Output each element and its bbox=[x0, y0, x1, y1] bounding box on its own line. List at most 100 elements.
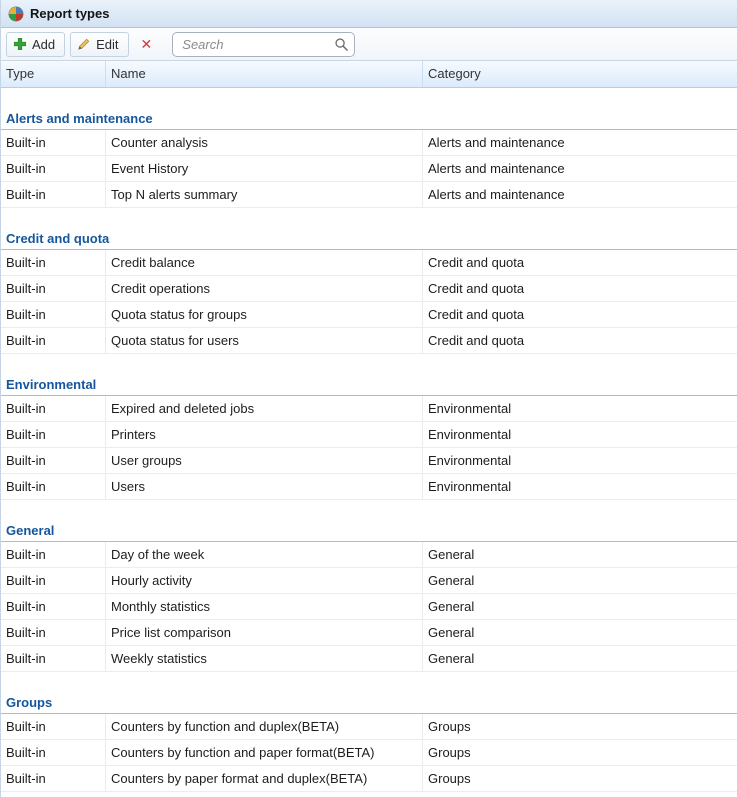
cell-category: Groups bbox=[423, 766, 737, 791]
table-row[interactable]: Built-inCredit balanceCredit and quota bbox=[1, 250, 737, 276]
table-row[interactable]: Built-inCounter analysisAlerts and maint… bbox=[1, 130, 737, 156]
table-row[interactable]: Built-inCounters by paper format and dup… bbox=[1, 766, 737, 792]
cell-name: Weekly statistics bbox=[106, 646, 423, 671]
delete-button[interactable]: ✕ bbox=[134, 32, 160, 57]
search-field bbox=[172, 32, 355, 57]
table-row[interactable]: Built-inEvent HistoryAlerts and maintena… bbox=[1, 156, 737, 182]
table-row[interactable]: Built-inWeekly statisticsGeneral bbox=[1, 646, 737, 672]
edit-button-label: Edit bbox=[96, 37, 118, 52]
cell-name: Printers bbox=[106, 422, 423, 447]
add-button[interactable]: Add bbox=[6, 32, 65, 57]
cell-category: Credit and quota bbox=[423, 276, 737, 301]
grid-body: Alerts and maintenanceBuilt-inCounter an… bbox=[1, 88, 737, 792]
cell-type: Built-in bbox=[1, 328, 106, 353]
group-header[interactable]: Alerts and maintenance bbox=[1, 88, 737, 130]
cell-category: General bbox=[423, 594, 737, 619]
cell-category: Credit and quota bbox=[423, 328, 737, 353]
table-row[interactable]: Built-inCounters by function and paper f… bbox=[1, 740, 737, 766]
table-row[interactable]: Built-inPrintersEnvironmental bbox=[1, 422, 737, 448]
cell-category: Environmental bbox=[423, 448, 737, 473]
cell-category: Credit and quota bbox=[423, 302, 737, 327]
cell-type: Built-in bbox=[1, 250, 106, 275]
cell-name: Day of the week bbox=[106, 542, 423, 567]
cell-type: Built-in bbox=[1, 594, 106, 619]
table-row[interactable]: Built-inUsersEnvironmental bbox=[1, 474, 737, 500]
cell-category: Alerts and maintenance bbox=[423, 156, 737, 181]
cell-name: Credit balance bbox=[106, 250, 423, 275]
table-row[interactable]: Built-inHourly activityGeneral bbox=[1, 568, 737, 594]
cell-type: Built-in bbox=[1, 448, 106, 473]
group-header-label: Groups bbox=[6, 695, 52, 710]
table-row[interactable]: Built-inQuota status for usersCredit and… bbox=[1, 328, 737, 354]
cell-name: Quota status for users bbox=[106, 328, 423, 353]
table-row[interactable]: Built-inCredit operationsCredit and quot… bbox=[1, 276, 737, 302]
cell-name: User groups bbox=[106, 448, 423, 473]
table-row[interactable]: Built-inDay of the weekGeneral bbox=[1, 542, 737, 568]
cell-type: Built-in bbox=[1, 156, 106, 181]
toolbar: Add Edit ✕ bbox=[1, 28, 737, 61]
cell-type: Built-in bbox=[1, 766, 106, 791]
cell-name: Hourly activity bbox=[106, 568, 423, 593]
group-header[interactable]: General bbox=[1, 500, 737, 542]
search-icon[interactable] bbox=[334, 37, 349, 52]
table-row[interactable]: Built-inQuota status for groupsCredit an… bbox=[1, 302, 737, 328]
table-row[interactable]: Built-inExpired and deleted jobsEnvironm… bbox=[1, 396, 737, 422]
cell-name: Users bbox=[106, 474, 423, 499]
column-header-category[interactable]: Category bbox=[423, 61, 737, 87]
pie-chart-icon bbox=[8, 6, 24, 22]
group-header-label: General bbox=[6, 523, 54, 538]
group-header-label: Credit and quota bbox=[6, 231, 109, 246]
cell-category: Alerts and maintenance bbox=[423, 130, 737, 155]
cell-category: Environmental bbox=[423, 396, 737, 421]
add-button-label: Add bbox=[32, 37, 55, 52]
cell-type: Built-in bbox=[1, 542, 106, 567]
cell-type: Built-in bbox=[1, 646, 106, 671]
cell-category: Environmental bbox=[423, 474, 737, 499]
cell-category: Groups bbox=[423, 740, 737, 765]
report-types-panel: Report types Add Edit ✕ bbox=[0, 0, 738, 797]
column-header-name-label: Name bbox=[111, 66, 146, 81]
column-header-category-label: Category bbox=[428, 66, 481, 81]
window-title: Report types bbox=[30, 6, 109, 21]
cell-name: Counters by function and duplex(BETA) bbox=[106, 714, 423, 739]
edit-button[interactable]: Edit bbox=[70, 32, 128, 57]
group-header[interactable]: Environmental bbox=[1, 354, 737, 396]
group-header[interactable]: Credit and quota bbox=[1, 208, 737, 250]
cell-type: Built-in bbox=[1, 276, 106, 301]
group-header-label: Alerts and maintenance bbox=[6, 111, 153, 126]
cell-name: Counters by function and paper format(BE… bbox=[106, 740, 423, 765]
cell-name: Quota status for groups bbox=[106, 302, 423, 327]
cell-name: Counters by paper format and duplex(BETA… bbox=[106, 766, 423, 791]
cell-type: Built-in bbox=[1, 474, 106, 499]
table-row[interactable]: Built-inUser groupsEnvironmental bbox=[1, 448, 737, 474]
table-row[interactable]: Built-inCounters by function and duplex(… bbox=[1, 714, 737, 740]
cell-category: General bbox=[423, 542, 737, 567]
cell-type: Built-in bbox=[1, 740, 106, 765]
table-row[interactable]: Built-inMonthly statisticsGeneral bbox=[1, 594, 737, 620]
cell-name: Credit operations bbox=[106, 276, 423, 301]
group-header-label: Environmental bbox=[6, 377, 96, 392]
cell-category: Credit and quota bbox=[423, 250, 737, 275]
cell-type: Built-in bbox=[1, 396, 106, 421]
cell-category: General bbox=[423, 568, 737, 593]
cell-name: Monthly statistics bbox=[106, 594, 423, 619]
column-header-name[interactable]: Name bbox=[106, 61, 423, 87]
cell-name: Counter analysis bbox=[106, 130, 423, 155]
search-input[interactable] bbox=[172, 32, 355, 57]
table-row[interactable]: Built-inTop N alerts summaryAlerts and m… bbox=[1, 182, 737, 208]
cell-name: Price list comparison bbox=[106, 620, 423, 645]
cell-category: Groups bbox=[423, 714, 737, 739]
cell-name: Top N alerts summary bbox=[106, 182, 423, 207]
red-x-icon: ✕ bbox=[141, 37, 153, 51]
cell-category: Environmental bbox=[423, 422, 737, 447]
table-row[interactable]: Built-inPrice list comparisonGeneral bbox=[1, 620, 737, 646]
cell-name: Expired and deleted jobs bbox=[106, 396, 423, 421]
cell-type: Built-in bbox=[1, 422, 106, 447]
cell-type: Built-in bbox=[1, 714, 106, 739]
column-header-type-label: Type bbox=[6, 66, 34, 81]
group-header[interactable]: Groups bbox=[1, 672, 737, 714]
column-header-type[interactable]: Type bbox=[1, 61, 106, 87]
cell-category: Alerts and maintenance bbox=[423, 182, 737, 207]
cell-category: General bbox=[423, 646, 737, 671]
grid-column-headers: Type Name Category bbox=[1, 61, 737, 88]
